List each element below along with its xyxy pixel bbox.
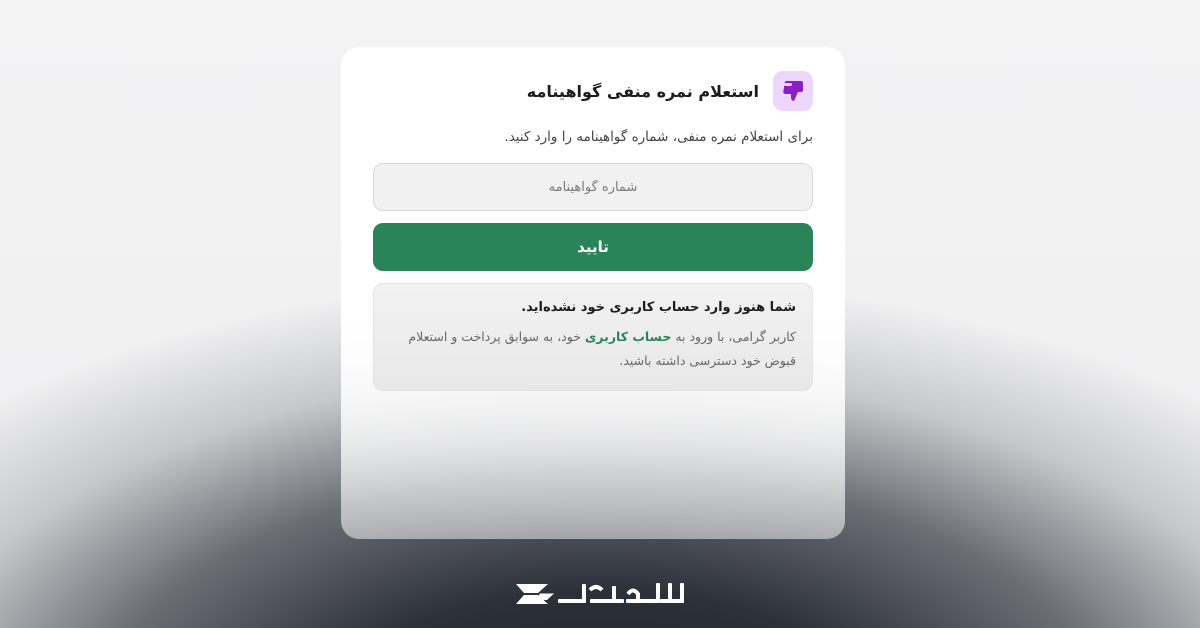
login-notice: شما هنوز وارد حساب کاربری خود نشده‌اید. …	[373, 283, 813, 391]
notice-body: کاربر گرامی، با ورود به حساب کاربری خود،…	[390, 325, 796, 373]
notice-title: شما هنوز وارد حساب کاربری خود نشده‌اید.	[521, 300, 796, 315]
card-header: استعلام نمره منفی گواهینامه	[527, 71, 813, 111]
account-link[interactable]: حساب کاربری	[585, 329, 671, 344]
notice-body-before: کاربر گرامی، با ورود به	[675, 329, 796, 344]
card-description: برای استعلام نمره منفی، شماره گواهینامه …	[504, 129, 813, 145]
license-number-input[interactable]	[373, 163, 813, 211]
card-title: استعلام نمره منفی گواهینامه	[526, 81, 759, 101]
payapak-logo	[514, 580, 686, 614]
submit-button[interactable]: تایید	[373, 223, 813, 271]
inquiry-card: استعلام نمره منفی گواهینامه برای استعلام…	[341, 47, 845, 539]
thumbs-down-icon	[773, 71, 813, 111]
